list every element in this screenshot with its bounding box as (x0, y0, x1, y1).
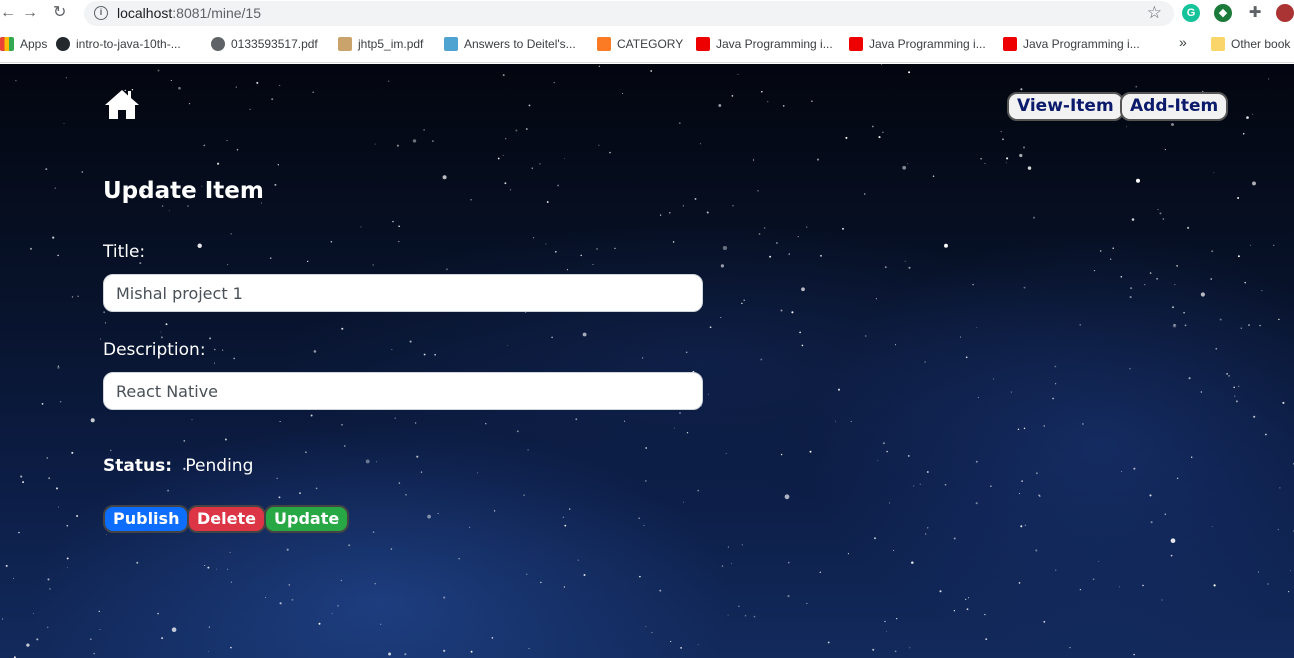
github-icon (56, 37, 70, 51)
apps-grid-icon (0, 37, 14, 51)
title-input[interactable] (103, 274, 703, 312)
update-button[interactable]: Update (264, 505, 350, 533)
bookmark-item[interactable]: Java Programming i... (696, 37, 833, 51)
page-favicon (338, 37, 352, 51)
add-item-button[interactable]: Add-Item (1120, 92, 1229, 121)
page-background: View-Item Add-Item Update Item Title: De… (0, 64, 1294, 658)
address-bar[interactable]: i localhost:8081/mine/15 ☆ (84, 1, 1174, 26)
status-value: Pending (185, 456, 254, 476)
bookmark-item[interactable]: Java Programming i... (849, 37, 986, 51)
bookmark-apps[interactable]: Apps (0, 37, 47, 51)
youtube-icon (849, 37, 863, 51)
youtube-icon (696, 37, 710, 51)
bookmark-item[interactable]: intro-to-java-10th-... (56, 37, 181, 51)
bookmarks-bar: Apps intro-to-java-10th-... 0133593517.p… (0, 28, 1294, 63)
delete-button[interactable]: Delete (187, 505, 266, 533)
cs-favicon (444, 37, 458, 51)
extensions-puzzle-icon[interactable]: ✚ (1246, 4, 1264, 22)
bookmark-item[interactable]: 0133593517.pdf (211, 37, 318, 51)
status-label: Status: (103, 456, 172, 476)
bookmarks-overflow-button[interactable]: » (1179, 34, 1187, 50)
shield-extension-icon[interactable]: ◆ (1214, 4, 1232, 22)
globe-icon (211, 37, 225, 51)
bookmark-item[interactable]: CATEGORY (597, 37, 683, 51)
publish-button[interactable]: Publish (103, 505, 190, 533)
page-title: Update Item (103, 178, 264, 204)
title-label: Title: (103, 242, 146, 262)
forward-arrow-icon[interactable]: → (22, 3, 38, 23)
description-label: Description: (103, 340, 206, 360)
bookmark-star-icon[interactable]: ☆ (1147, 3, 1162, 23)
view-item-button[interactable]: View-Item (1007, 92, 1124, 121)
grammarly-icon[interactable]: G (1182, 4, 1200, 22)
starfield (2, 64, 1294, 658)
browser-toolbar: ← → ↻ i localhost:8081/mine/15 ☆ G ◆ ✚ (0, 0, 1294, 28)
profile-avatar[interactable] (1276, 4, 1294, 22)
url-text[interactable]: localhost:8081/mine/15 (117, 5, 261, 21)
xampp-icon (597, 37, 611, 51)
bookmark-item[interactable]: Java Programming i... (1003, 37, 1140, 51)
status-line: Status: Pending (103, 456, 253, 476)
back-arrow-icon[interactable]: ← (0, 3, 16, 23)
bookmark-item[interactable]: Answers to Deitel's... (444, 37, 576, 51)
reload-icon[interactable]: ↻ (53, 3, 66, 23)
home-icon (105, 90, 139, 119)
youtube-icon (1003, 37, 1017, 51)
home-button[interactable] (103, 88, 141, 120)
bookmark-item[interactable]: jhtp5_im.pdf (338, 37, 423, 51)
description-input[interactable] (103, 372, 703, 410)
folder-icon (1211, 37, 1225, 51)
site-info-icon[interactable]: i (94, 6, 108, 20)
bookmark-other[interactable]: Other book (1211, 37, 1290, 51)
